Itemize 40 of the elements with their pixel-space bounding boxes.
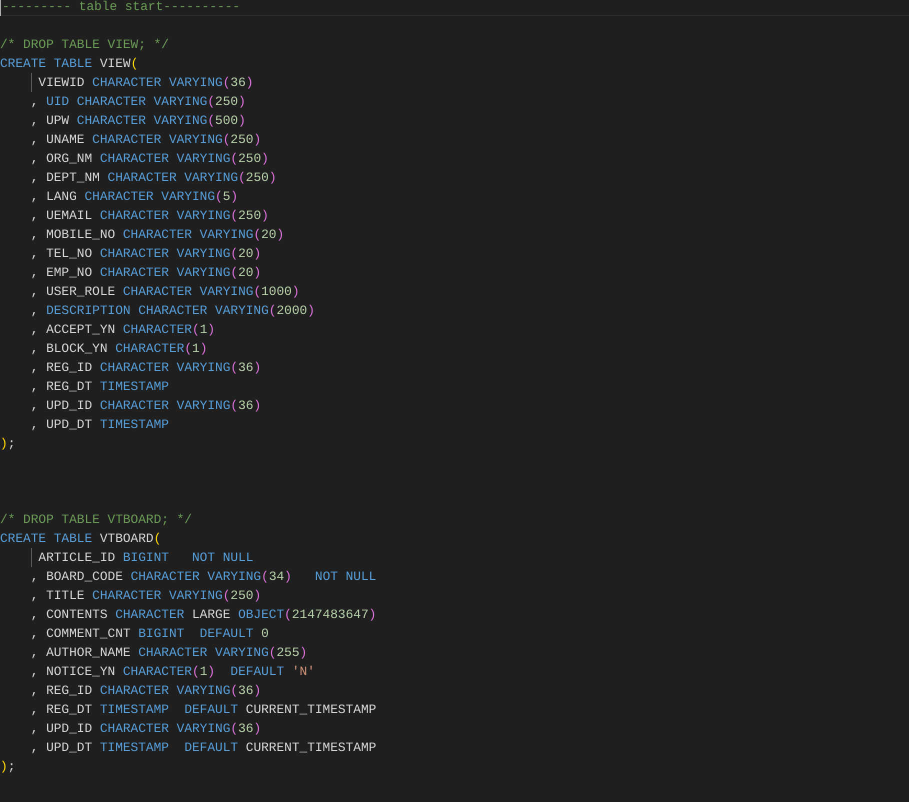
code-line: , AUTHOR_NAME CHARACTER VARYING(255) [30, 644, 308, 662]
code-line: , COMMENT_CNT BIGINT DEFAULT 0 [30, 625, 269, 643]
code-line: , USER_ROLE CHARACTER VARYING(1000) [30, 283, 300, 301]
code-line: CREATE TABLE VTBOARD( [0, 530, 162, 548]
code-line: , ORG_NM CHARACTER VARYING(250) [30, 150, 269, 168]
code-line: , MOBILE_NO CHARACTER VARYING(20) [30, 226, 284, 244]
code-line: , CONTENTS CHARACTER LARGE OBJECT(2147483647) [30, 606, 376, 624]
code-line: , UNAME CHARACTER VARYING(250) [30, 131, 262, 149]
code-line: /* DROP TABLE VIEW; */ [0, 36, 169, 54]
code-line: CREATE TABLE VIEW( [0, 55, 138, 73]
code-line: , ACCEPT_YN CHARACTER(1) [30, 321, 216, 339]
code-line: , REG_DT TIMESTAMP [30, 378, 169, 396]
indent-guide [30, 73, 32, 92]
code-line: , DEPT_NM CHARACTER VARYING(250) [30, 169, 276, 187]
code-line: , LANG CHARACTER VARYING(5) [30, 188, 238, 206]
code-line: , BOARD_CODE CHARACTER VARYING(34) NOT NULL [30, 568, 376, 586]
indent-guide [30, 548, 32, 567]
code-line: , NOTICE_YN CHARACTER(1) DEFAULT 'N' [30, 663, 315, 681]
code-line: /* DROP TABLE VTBOARD; */ [0, 511, 192, 529]
code-line: --------- table start---------- [2, 0, 240, 16]
code-line: , REG_ID CHARACTER VARYING(36) [30, 682, 262, 700]
code-line: ); [0, 435, 16, 453]
code-line: ); [0, 758, 16, 776]
code-line: , UID CHARACTER VARYING(250) [30, 93, 246, 111]
text-cursor [0, 0, 1, 16]
code-line: , UPD_DT TIMESTAMP [30, 416, 169, 434]
code-line: , UPD_ID CHARACTER VARYING(36) [30, 397, 262, 415]
code-line: ARTICLE_ID BIGINT NOT NULL [38, 549, 254, 567]
code-line: , EMP_NO CHARACTER VARYING(20) [30, 264, 262, 282]
code-line: , DESCRIPTION CHARACTER VARYING(2000) [30, 302, 315, 320]
code-line: , TITLE CHARACTER VARYING(250) [30, 587, 262, 605]
code-line: , UPD_ID CHARACTER VARYING(36) [30, 720, 262, 738]
code-line: , UPD_DT TIMESTAMP DEFAULT CURRENT_TIMESTAMP [30, 739, 376, 757]
code-line: , UEMAIL CHARACTER VARYING(250) [30, 207, 269, 225]
code-line: , BLOCK_YN CHARACTER(1) [30, 340, 208, 358]
code-line: , TEL_NO CHARACTER VARYING(20) [30, 245, 262, 263]
code-line: VIEWID CHARACTER VARYING(36) [38, 74, 254, 92]
code-line: , REG_ID CHARACTER VARYING(36) [30, 359, 262, 377]
code-line: , UPW CHARACTER VARYING(500) [30, 112, 246, 130]
code-line: , REG_DT TIMESTAMP DEFAULT CURRENT_TIMESTAMP [30, 701, 376, 719]
